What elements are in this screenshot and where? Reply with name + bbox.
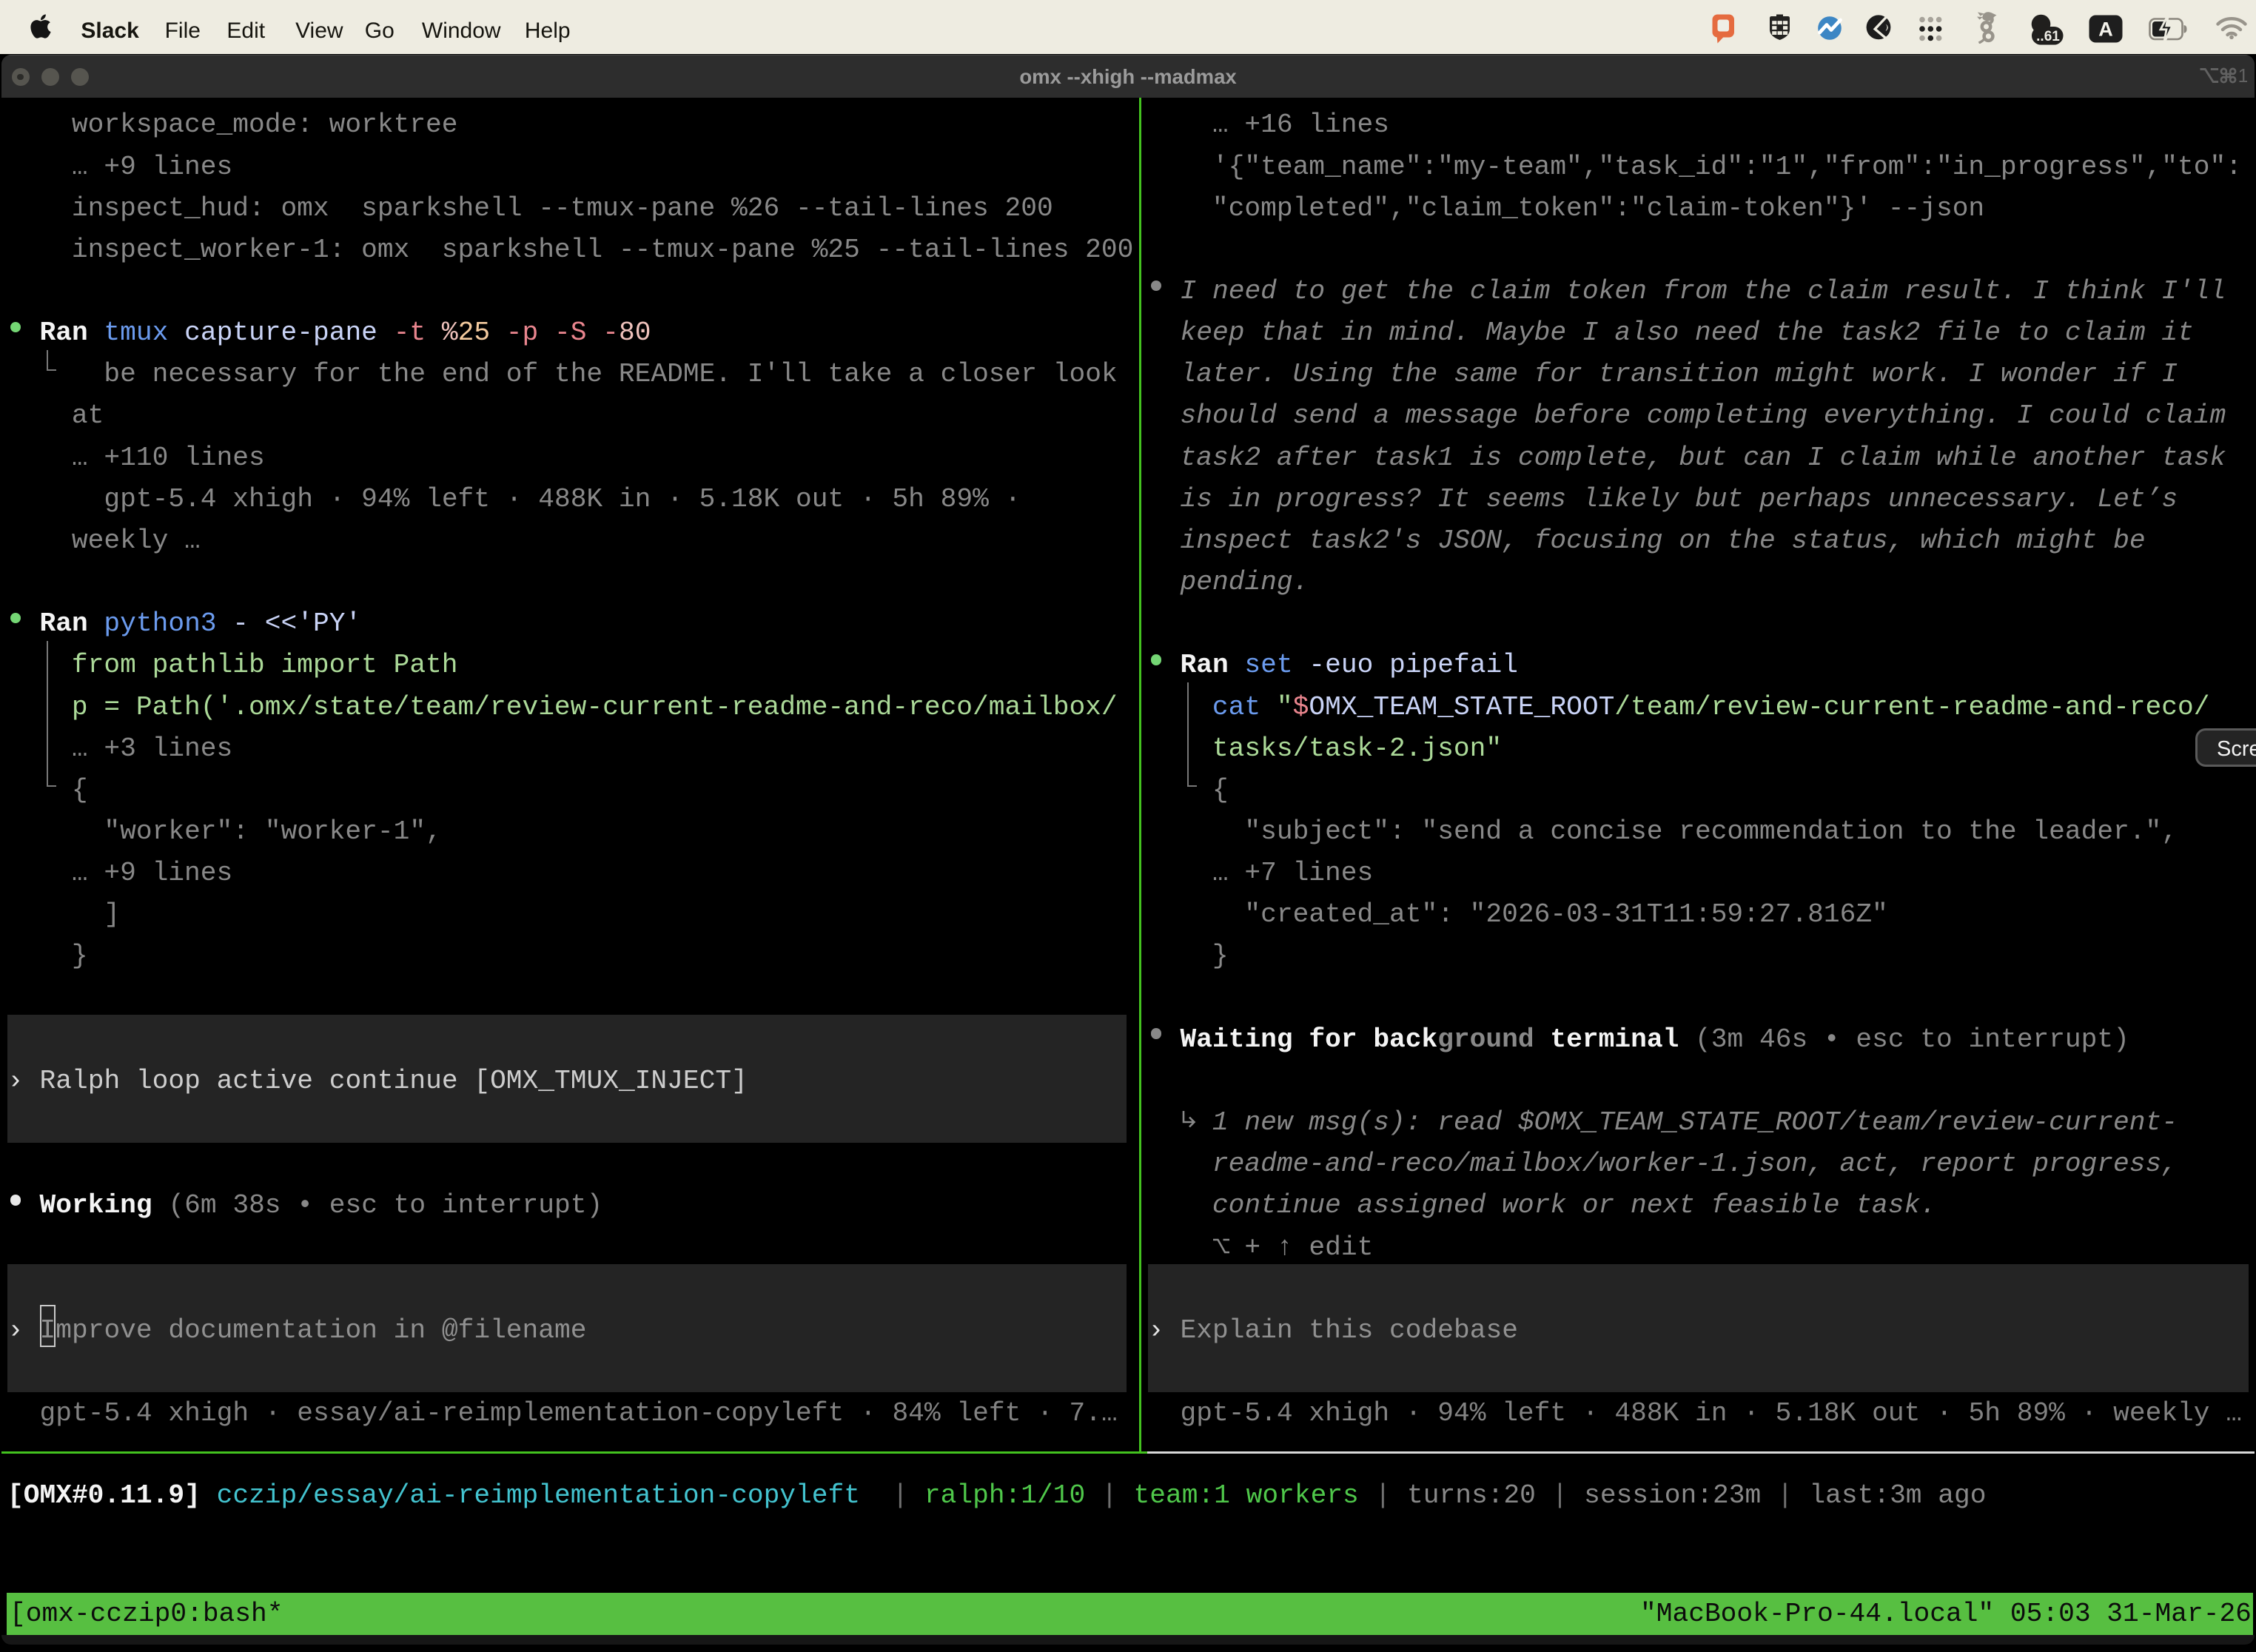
svg-text:1: 1: [2238, 67, 2248, 84]
svg-text:A: A: [2098, 19, 2113, 41]
svg-text:..61: ..61: [2036, 29, 2060, 44]
